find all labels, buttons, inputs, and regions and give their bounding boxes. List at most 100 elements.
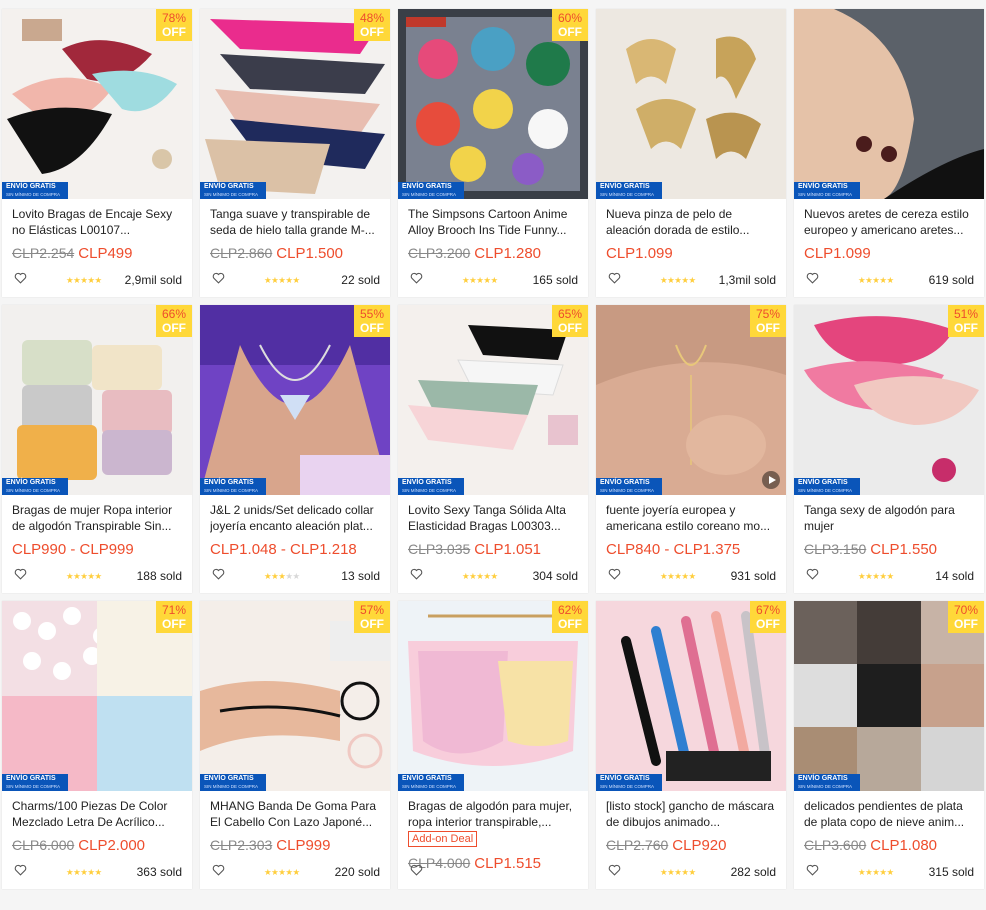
- product-title[interactable]: delicados pendientes de plata de plata c…: [804, 798, 974, 830]
- original-price: CLP2.760: [606, 837, 669, 853]
- product-card[interactable]: 60% OFF ENVÍO GRATIS SIN MÍNIMO DE COMPRA Th…: [398, 9, 588, 297]
- heart-outline-icon[interactable]: [410, 864, 423, 876]
- product-card[interactable]: 62% OFF ENVÍO GRATIS SIN MÍNIMO DE COMPRA Br…: [398, 601, 588, 889]
- sold-count: 282 sold: [730, 865, 776, 879]
- sold-count: 363 sold: [136, 865, 182, 879]
- product-title[interactable]: Lovito Sexy Tanga Sólida Alta Elasticida…: [408, 502, 578, 534]
- product-image[interactable]: 70% OFF ENVÍO GRATIS SIN MÍNIMO DE COMPRA: [794, 601, 984, 791]
- product-card[interactable]: 67% OFF ENVÍO GRATIS SIN MÍNIMO DE COMPRA [l…: [596, 601, 786, 889]
- product-image[interactable]: 48% OFF ENVÍO GRATIS SIN MÍNIMO DE COMPRA: [200, 9, 390, 199]
- product-image[interactable]: 65% OFF ENVÍO GRATIS SIN MÍNIMO DE COMPRA: [398, 305, 588, 495]
- heart-outline-icon[interactable]: [806, 272, 819, 284]
- heart-outline-icon[interactable]: [806, 568, 819, 580]
- product-image[interactable]: 75% OFF ENVÍO GRATIS SIN MÍNIMO DE COMPRA: [596, 305, 786, 495]
- product-title[interactable]: [listo stock] gancho de máscara de dibuj…: [606, 798, 776, 830]
- product-title[interactable]: Nuevos aretes de cereza estilo europeo y…: [804, 206, 974, 238]
- rating-stars: ★★★★★: [264, 571, 300, 582]
- rating-stars: ★★★★★: [462, 275, 498, 286]
- heart-outline-icon[interactable]: [14, 568, 27, 580]
- product-image[interactable]: 71% OFF ENVÍO GRATIS SIN MÍNIMO DE COMPRA: [2, 601, 192, 791]
- product-card[interactable]: 57% OFF ENVÍO GRATIS SIN MÍNIMO DE COMPRA MH…: [200, 601, 390, 889]
- product-card[interactable]: 75% OFF ENVÍO GRATIS SIN MÍNIMO DE COMPRA fu…: [596, 305, 786, 593]
- heart-outline-icon[interactable]: [212, 568, 225, 580]
- sold-count: 619 sold: [928, 273, 974, 287]
- heart-outline-icon[interactable]: [14, 864, 27, 876]
- current-price: CLP990 - CLP999: [12, 541, 134, 558]
- star-icon: ★: [886, 275, 895, 285]
- product-card[interactable]: ENVÍO GRATIS SIN MÍNIMO DE COMPRA Nueva pi…: [596, 9, 786, 297]
- product-title[interactable]: Nueva pinza de pelo de aleación dorada d…: [606, 206, 776, 238]
- product-card[interactable]: 65% OFF ENVÍO GRATIS SIN MÍNIMO DE COMPRA Lo…: [398, 305, 588, 593]
- current-price: CLP920: [672, 837, 727, 854]
- original-price: CLP3.035: [408, 541, 471, 557]
- free-shipping-badge: ENVÍO GRATIS SIN MÍNIMO DE COMPRA: [398, 182, 464, 199]
- heart-outline-icon[interactable]: [212, 272, 225, 284]
- product-title[interactable]: The Simpsons Cartoon Anime Alloy Brooch …: [408, 206, 578, 238]
- product-title[interactable]: J&L 2 unids/Set delicado collar joyería …: [210, 502, 380, 534]
- star-icon: ★: [688, 571, 697, 581]
- heart-outline-icon[interactable]: [212, 864, 225, 876]
- product-image[interactable]: 62% OFF ENVÍO GRATIS SIN MÍNIMO DE COMPRA: [398, 601, 588, 791]
- product-title[interactable]: MHANG Banda De Goma Para El Cabello Con …: [210, 798, 380, 830]
- star-icon: ★: [87, 867, 95, 877]
- price: CLP3.035 CLP1.051: [408, 541, 541, 558]
- product-title[interactable]: Bragas de mujer Ropa interior de algodón…: [12, 502, 182, 534]
- product-title[interactable]: Tanga suave y transpirable de seda de hi…: [210, 206, 380, 238]
- product-card[interactable]: 78% OFF ENVÍO GRATIS SIN MÍNIMO DE COMPRA Lo…: [2, 9, 192, 297]
- star-icon: ★: [285, 275, 293, 285]
- heart-outline-icon[interactable]: [410, 272, 423, 284]
- price: CLP1.048 - CLP1.218: [210, 541, 357, 558]
- heart-outline-icon[interactable]: [608, 272, 621, 284]
- add-on-deal-tag: Add-on Deal: [408, 831, 478, 847]
- product-title[interactable]: Lovito Bragas de Encaje Sexy no Elástica…: [12, 206, 182, 238]
- star-icon: ★: [879, 571, 887, 581]
- current-price: CLP1.515: [474, 855, 541, 872]
- discount-badge: 57% OFF: [354, 601, 390, 633]
- heart-outline-icon[interactable]: [608, 864, 621, 876]
- star-icon: ★: [483, 571, 491, 581]
- product-image[interactable]: 51% OFF ENVÍO GRATIS SIN MÍNIMO DE COMPRA: [794, 305, 984, 495]
- product-image[interactable]: 66% OFF ENVÍO GRATIS SIN MÍNIMO DE COMPRA: [2, 305, 192, 495]
- product-image[interactable]: 78% OFF ENVÍO GRATIS SIN MÍNIMO DE COMPRA: [2, 9, 192, 199]
- product-card[interactable]: ENVÍO GRATIS SIN MÍNIMO DE COMPRA Nuevos a…: [794, 9, 984, 297]
- discount-badge: 67% OFF: [750, 601, 786, 633]
- discount-badge: 60% OFF: [552, 9, 588, 41]
- product-image[interactable]: 60% OFF ENVÍO GRATIS SIN MÍNIMO DE COMPRA: [398, 9, 588, 199]
- product-image[interactable]: 57% OFF ENVÍO GRATIS SIN MÍNIMO DE COMPRA: [200, 601, 390, 791]
- product-card[interactable]: 71% OFF ENVÍO GRATIS SIN MÍNIMO DE COMPRA Ch…: [2, 601, 192, 889]
- product-card[interactable]: 55% OFF ENVÍO GRATIS SIN MÍNIMO DE COMPRA J&…: [200, 305, 390, 593]
- original-price: CLP3.200: [408, 245, 471, 261]
- product-image[interactable]: 67% OFF ENVÍO GRATIS SIN MÍNIMO DE COMPRA: [596, 601, 786, 791]
- price: CLP990 - CLP999: [12, 541, 134, 558]
- product-image[interactable]: ENVÍO GRATIS SIN MÍNIMO DE COMPRA: [794, 9, 984, 199]
- product-card[interactable]: 70% OFF ENVÍO GRATIS SIN MÍNIMO DE COMPRA de…: [794, 601, 984, 889]
- free-shipping-badge: ENVÍO GRATIS SIN MÍNIMO DE COMPRA: [2, 182, 68, 199]
- sold-count: 2,9mil sold: [124, 273, 182, 287]
- star-icon: ★: [94, 571, 103, 581]
- product-card[interactable]: 48% OFF ENVÍO GRATIS SIN MÍNIMO DE COMPRA Ta…: [200, 9, 390, 297]
- product-card[interactable]: 51% OFF ENVÍO GRATIS SIN MÍNIMO DE COMPRA Ta…: [794, 305, 984, 593]
- sold-count: 13 sold: [341, 569, 380, 583]
- product-title[interactable]: Bragas de algodón para mujer, ropa inter…: [408, 798, 578, 830]
- heart-outline-icon[interactable]: [14, 272, 27, 284]
- heart-outline-icon[interactable]: [608, 568, 621, 580]
- sold-count: 22 sold: [341, 273, 380, 287]
- heart-outline-icon[interactable]: [806, 864, 819, 876]
- discount-badge: 55% OFF: [354, 305, 390, 337]
- product-title[interactable]: fuente joyería europea y americana estil…: [606, 502, 776, 534]
- rating-stars: ★★★★★: [66, 867, 102, 878]
- product-title[interactable]: Charms/100 Piezas De Color Mezclado Letr…: [12, 798, 182, 830]
- rating-stars: ★★★★★: [66, 275, 102, 286]
- discount-badge: 78% OFF: [156, 9, 192, 41]
- star-icon: ★: [886, 571, 895, 581]
- rating-stars: ★★★★★: [660, 867, 696, 878]
- product-title[interactable]: Tanga sexy de algodón para mujer: [804, 502, 974, 534]
- product-card[interactable]: 66% OFF ENVÍO GRATIS SIN MÍNIMO DE COMPRA Br…: [2, 305, 192, 593]
- product-image[interactable]: ENVÍO GRATIS SIN MÍNIMO DE COMPRA: [596, 9, 786, 199]
- product-image[interactable]: 55% OFF ENVÍO GRATIS SIN MÍNIMO DE COMPRA: [200, 305, 390, 495]
- play-icon[interactable]: [762, 471, 780, 489]
- heart-outline-icon[interactable]: [410, 568, 423, 580]
- current-price: CLP1.080: [870, 837, 937, 854]
- free-shipping-badge: ENVÍO GRATIS SIN MÍNIMO DE COMPRA: [596, 774, 662, 791]
- rating-stars: ★★★★★: [858, 867, 894, 878]
